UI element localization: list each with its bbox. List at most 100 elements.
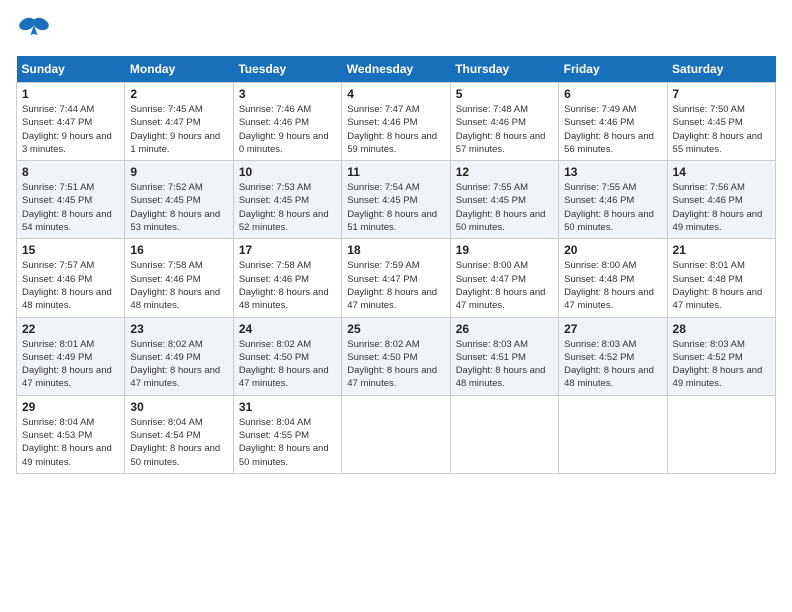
column-header-tuesday: Tuesday	[233, 56, 341, 83]
calendar-cell: 23 Sunrise: 8:02 AMSunset: 4:49 PMDayligh…	[125, 317, 233, 395]
day-number: 21	[673, 243, 770, 257]
day-info: Sunrise: 8:04 AMSunset: 4:53 PMDaylight:…	[22, 416, 119, 469]
column-header-saturday: Saturday	[667, 56, 775, 83]
calendar-cell: 17 Sunrise: 7:58 AMSunset: 4:46 PMDayligh…	[233, 239, 341, 317]
day-number: 22	[22, 322, 119, 336]
day-info: Sunrise: 7:50 AMSunset: 4:45 PMDaylight:…	[673, 103, 770, 156]
day-number: 20	[564, 243, 661, 257]
calendar-cell: 27 Sunrise: 8:03 AMSunset: 4:52 PMDayligh…	[559, 317, 667, 395]
calendar-cell: 24 Sunrise: 8:02 AMSunset: 4:50 PMDayligh…	[233, 317, 341, 395]
day-number: 16	[130, 243, 227, 257]
column-header-wednesday: Wednesday	[342, 56, 450, 83]
calendar-cell: 13 Sunrise: 7:55 AMSunset: 4:46 PMDayligh…	[559, 161, 667, 239]
day-number: 12	[456, 165, 553, 179]
day-info: Sunrise: 7:54 AMSunset: 4:45 PMDaylight:…	[347, 181, 444, 234]
logo-icon	[16, 16, 52, 46]
day-number: 9	[130, 165, 227, 179]
calendar-cell: 4Sunrise: 7:47 AMSunset: 4:46 PMDaylight…	[342, 83, 450, 161]
day-info: Sunrise: 8:02 AMSunset: 4:50 PMDaylight:…	[239, 338, 336, 391]
calendar-cell: 29 Sunrise: 8:04 AMSunset: 4:53 PMDayligh…	[17, 395, 125, 473]
day-info: Sunrise: 7:47 AMSunset: 4:46 PMDaylight:…	[347, 103, 444, 156]
day-info: Sunrise: 7:53 AMSunset: 4:45 PMDaylight:…	[239, 181, 336, 234]
day-info: Sunrise: 8:00 AMSunset: 4:47 PMDaylight:…	[456, 259, 553, 312]
day-info: Sunrise: 7:46 AMSunset: 4:46 PMDaylight:…	[239, 103, 336, 156]
day-number: 19	[456, 243, 553, 257]
day-info: Sunrise: 7:55 AMSunset: 4:46 PMDaylight:…	[564, 181, 661, 234]
day-number: 25	[347, 322, 444, 336]
calendar-cell: 14 Sunrise: 7:56 AMSunset: 4:46 PMDayligh…	[667, 161, 775, 239]
day-info: Sunrise: 7:59 AMSunset: 4:47 PMDaylight:…	[347, 259, 444, 312]
page-header	[16, 16, 776, 46]
day-info: Sunrise: 7:52 AMSunset: 4:45 PMDaylight:…	[130, 181, 227, 234]
calendar-cell: 30Sunrise: 8:04 AMSunset: 4:54 PMDayligh…	[125, 395, 233, 473]
day-number: 5	[456, 87, 553, 101]
day-info: Sunrise: 8:02 AMSunset: 4:49 PMDaylight:…	[130, 338, 227, 391]
day-info: Sunrise: 7:58 AMSunset: 4:46 PMDaylight:…	[239, 259, 336, 312]
day-number: 29	[22, 400, 119, 414]
day-info: Sunrise: 8:01 AMSunset: 4:48 PMDaylight:…	[673, 259, 770, 312]
calendar-cell	[559, 395, 667, 473]
day-number: 7	[673, 87, 770, 101]
day-number: 2	[130, 87, 227, 101]
day-info: Sunrise: 7:58 AMSunset: 4:46 PMDaylight:…	[130, 259, 227, 312]
calendar-cell: 15Sunrise: 7:57 AMSunset: 4:46 PMDayligh…	[17, 239, 125, 317]
day-number: 24	[239, 322, 336, 336]
day-number: 15	[22, 243, 119, 257]
calendar-cell: 25 Sunrise: 8:02 AMSunset: 4:50 PMDayligh…	[342, 317, 450, 395]
calendar-cell: 1 Sunrise: 7:44 AMSunset: 4:47 PMDaylight…	[17, 83, 125, 161]
day-number: 17	[239, 243, 336, 257]
calendar-cell: 16 Sunrise: 7:58 AMSunset: 4:46 PMDayligh…	[125, 239, 233, 317]
day-info: Sunrise: 8:03 AMSunset: 4:52 PMDaylight:…	[673, 338, 770, 391]
calendar-cell: 31 Sunrise: 8:04 AMSunset: 4:55 PMDayligh…	[233, 395, 341, 473]
logo	[16, 16, 56, 46]
day-info: Sunrise: 7:44 AMSunset: 4:47 PMDaylight:…	[22, 103, 119, 156]
day-info: Sunrise: 7:45 AMSunset: 4:47 PMDaylight:…	[130, 103, 227, 156]
day-info: Sunrise: 7:55 AMSunset: 4:45 PMDaylight:…	[456, 181, 553, 234]
day-number: 27	[564, 322, 661, 336]
day-number: 11	[347, 165, 444, 179]
day-number: 1	[22, 87, 119, 101]
column-header-friday: Friday	[559, 56, 667, 83]
day-number: 26	[456, 322, 553, 336]
day-info: Sunrise: 7:51 AMSunset: 4:45 PMDaylight:…	[22, 181, 119, 234]
calendar-cell: 26 Sunrise: 8:03 AMSunset: 4:51 PMDayligh…	[450, 317, 558, 395]
day-number: 13	[564, 165, 661, 179]
day-info: Sunrise: 7:56 AMSunset: 4:46 PMDaylight:…	[673, 181, 770, 234]
column-header-monday: Monday	[125, 56, 233, 83]
calendar-cell: 18 Sunrise: 7:59 AMSunset: 4:47 PMDayligh…	[342, 239, 450, 317]
day-number: 3	[239, 87, 336, 101]
calendar-cell: 3 Sunrise: 7:46 AMSunset: 4:46 PMDaylight…	[233, 83, 341, 161]
day-info: Sunrise: 8:01 AMSunset: 4:49 PMDaylight:…	[22, 338, 119, 391]
day-number: 18	[347, 243, 444, 257]
calendar-cell: 28 Sunrise: 8:03 AMSunset: 4:52 PMDayligh…	[667, 317, 775, 395]
day-info: Sunrise: 8:03 AMSunset: 4:51 PMDaylight:…	[456, 338, 553, 391]
calendar-table: SundayMondayTuesdayWednesdayThursdayFrid…	[16, 56, 776, 474]
day-number: 28	[673, 322, 770, 336]
day-number: 31	[239, 400, 336, 414]
calendar-cell: 6Sunrise: 7:49 AMSunset: 4:46 PMDaylight…	[559, 83, 667, 161]
calendar-cell: 19 Sunrise: 8:00 AMSunset: 4:47 PMDayligh…	[450, 239, 558, 317]
calendar-cell: 9 Sunrise: 7:52 AMSunset: 4:45 PMDaylight…	[125, 161, 233, 239]
calendar-cell: 11 Sunrise: 7:54 AMSunset: 4:45 PMDayligh…	[342, 161, 450, 239]
calendar-cell	[450, 395, 558, 473]
calendar-cell: 10 Sunrise: 7:53 AMSunset: 4:45 PMDayligh…	[233, 161, 341, 239]
column-header-sunday: Sunday	[17, 56, 125, 83]
calendar-cell	[667, 395, 775, 473]
day-info: Sunrise: 8:04 AMSunset: 4:55 PMDaylight:…	[239, 416, 336, 469]
column-header-thursday: Thursday	[450, 56, 558, 83]
calendar-cell: 7 Sunrise: 7:50 AMSunset: 4:45 PMDaylight…	[667, 83, 775, 161]
day-number: 23	[130, 322, 227, 336]
day-info: Sunrise: 8:00 AMSunset: 4:48 PMDaylight:…	[564, 259, 661, 312]
calendar-cell	[342, 395, 450, 473]
day-info: Sunrise: 8:03 AMSunset: 4:52 PMDaylight:…	[564, 338, 661, 391]
calendar-cell: 8Sunrise: 7:51 AMSunset: 4:45 PMDaylight…	[17, 161, 125, 239]
day-info: Sunrise: 7:48 AMSunset: 4:46 PMDaylight:…	[456, 103, 553, 156]
calendar-cell: 20 Sunrise: 8:00 AMSunset: 4:48 PMDayligh…	[559, 239, 667, 317]
day-info: Sunrise: 8:04 AMSunset: 4:54 PMDaylight:…	[130, 416, 227, 469]
calendar-cell: 5 Sunrise: 7:48 AMSunset: 4:46 PMDaylight…	[450, 83, 558, 161]
day-number: 6	[564, 87, 661, 101]
day-info: Sunrise: 8:02 AMSunset: 4:50 PMDaylight:…	[347, 338, 444, 391]
day-number: 14	[673, 165, 770, 179]
day-number: 10	[239, 165, 336, 179]
calendar-cell: 12 Sunrise: 7:55 AMSunset: 4:45 PMDayligh…	[450, 161, 558, 239]
